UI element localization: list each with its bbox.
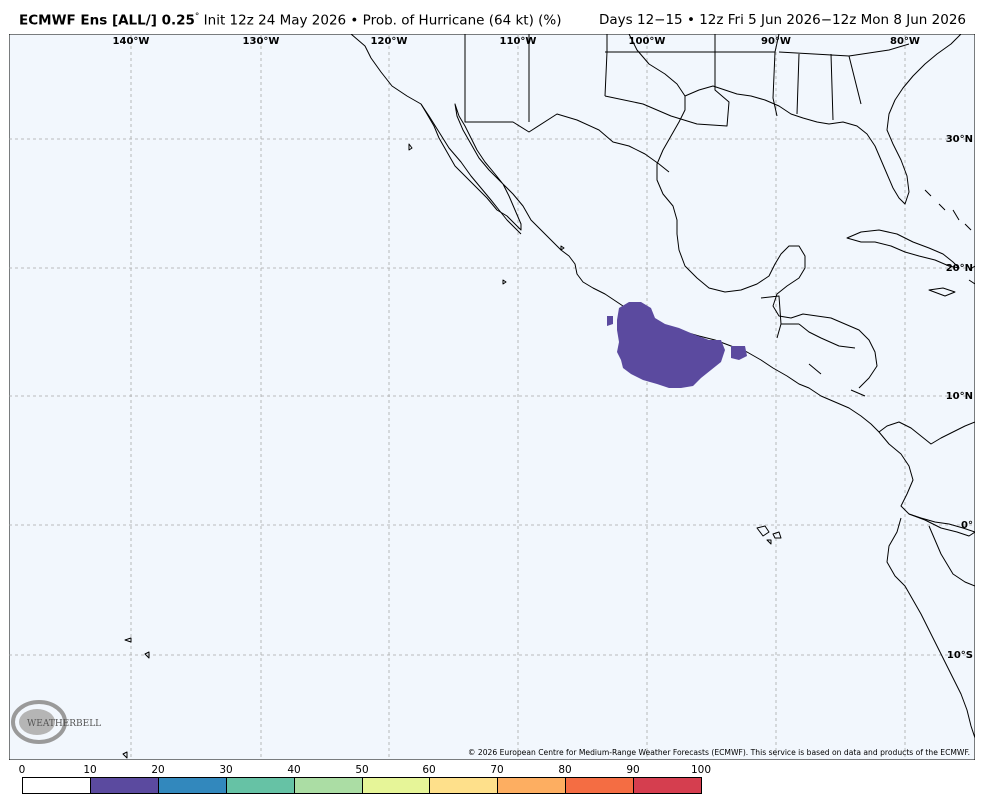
- colorbar-swatch-50-60: [361, 778, 430, 793]
- logo-text: WEATHERBELL: [27, 719, 101, 729]
- colorbar-swatch-90-100: [633, 778, 702, 793]
- lat-label-20n: 20°N: [946, 263, 973, 274]
- probability-colorbar: [22, 777, 702, 794]
- copyright-notice: © 2026 European Centre for Medium-Range …: [468, 748, 970, 757]
- colorbar-swatch-0-10: [23, 778, 90, 793]
- map-title: ECMWF Ens [ALL/] 0.25° Init 12z 24 May 2…: [19, 12, 562, 29]
- colorbar-labels: 0 10 20 30 40 50 60 70 80 90 100: [18, 764, 711, 778]
- colorbar-label-70: 70: [490, 764, 504, 776]
- map-panel: 140°W 130°W 120°W 110°W 100°W 90°W 80°W …: [9, 34, 975, 760]
- lat-label-30n: 30°N: [946, 134, 973, 145]
- map-background: [9, 34, 975, 760]
- colorbar-swatch-40-50: [293, 778, 362, 793]
- colorbar-label-50: 50: [355, 764, 369, 776]
- lon-label-130w: 130°W: [243, 36, 280, 47]
- colorbar-label-30: 30: [219, 764, 233, 776]
- lon-label-90w: 90°W: [761, 36, 791, 47]
- colorbar-swatch-60-70: [429, 778, 498, 793]
- lon-label-80w: 80°W: [890, 36, 920, 47]
- colorbar-swatch-30-40: [225, 778, 294, 793]
- colorbar-label-100: 100: [690, 764, 712, 776]
- colorbar-swatch-20-30: [157, 778, 226, 793]
- colorbar-label-90: 90: [626, 764, 640, 776]
- lon-label-100w: 100°W: [629, 36, 666, 47]
- title-model: ECMWF Ens [ALL/] 0.25: [19, 12, 195, 29]
- lat-label-10s: 10°S: [947, 650, 973, 661]
- lat-label-10n: 10°N: [946, 391, 973, 402]
- colorbar-swatch-10-20: [89, 778, 158, 793]
- lon-label-110w: 110°W: [500, 36, 537, 47]
- colorbar-swatch-70-80: [497, 778, 566, 793]
- valid-period: Days 12−15 • 12z Fri 5 Jun 2026−12z Mon …: [599, 12, 966, 28]
- colorbar-swatch-80-90: [565, 778, 634, 793]
- lon-label-120w: 120°W: [371, 36, 408, 47]
- colorbar-label-40: 40: [287, 764, 301, 776]
- colorbar-label-10: 10: [83, 764, 97, 776]
- colorbar-label-20: 20: [151, 764, 165, 776]
- lat-label-equator: 0°: [961, 520, 973, 531]
- colorbar-label-80: 80: [558, 764, 572, 776]
- colorbar-label-60: 60: [422, 764, 436, 776]
- colorbar-label-0: 0: [18, 764, 26, 776]
- lon-label-140w: 140°W: [113, 36, 150, 47]
- title-details: Init 12z 24 May 2026 • Prob. of Hurrican…: [199, 12, 562, 29]
